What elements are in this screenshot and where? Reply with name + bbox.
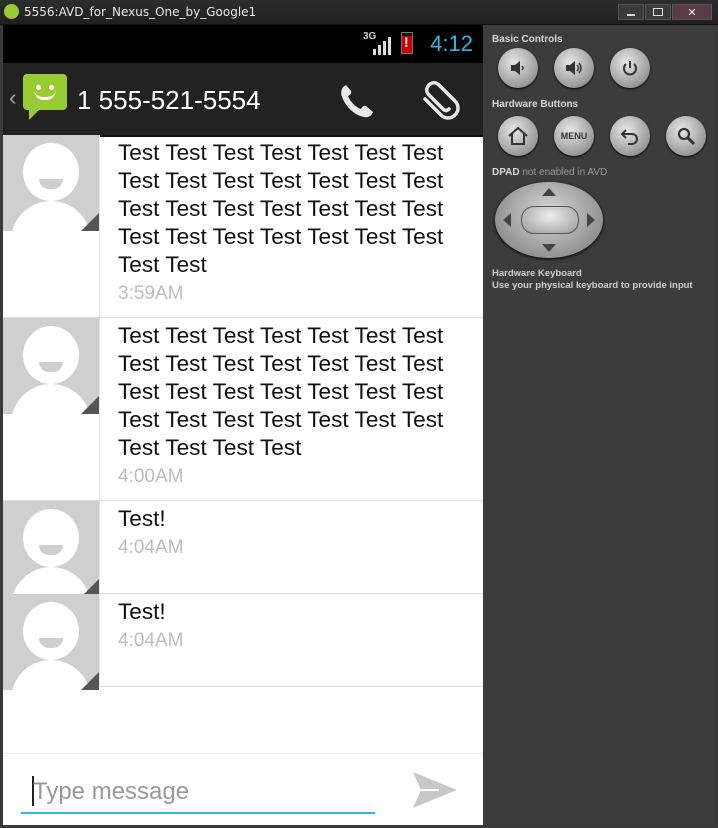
message-item[interactable]: Test Test Test Test Test Test Test Test … bbox=[3, 135, 483, 318]
message-text: Test Test Test Test Test Test Test Test … bbox=[118, 140, 444, 277]
message-text: Test Test Test Test Test Test Test Test … bbox=[118, 323, 444, 460]
home-icon bbox=[508, 126, 528, 145]
maximize-icon bbox=[653, 8, 663, 16]
menu-button[interactable]: MENU bbox=[554, 116, 594, 156]
message-input-placeholder: Type message bbox=[33, 778, 190, 805]
message-composer: Type message bbox=[3, 753, 483, 825]
dpad-right-icon[interactable] bbox=[587, 213, 595, 227]
dpad-status: not enabled in AVD bbox=[522, 167, 608, 178]
message-time: 3:59AM bbox=[118, 283, 184, 304]
home-button[interactable] bbox=[498, 116, 538, 156]
contact-avatar[interactable] bbox=[3, 135, 99, 231]
power-icon bbox=[623, 61, 637, 76]
message-list[interactable]: Test Test Test Test Test Test Test Test … bbox=[3, 135, 483, 753]
dpad-heading: DPAD not enabled in AVD bbox=[492, 167, 607, 178]
keyboard-heading: Hardware Keyboard bbox=[492, 268, 582, 279]
back-arrow-icon bbox=[620, 129, 638, 145]
keyboard-hint: Use your physical keyboard to provide in… bbox=[492, 280, 693, 291]
contact-avatar[interactable] bbox=[3, 594, 99, 690]
dpad-control[interactable] bbox=[495, 182, 603, 258]
menu-button-label: MENU bbox=[560, 131, 588, 141]
dpad-up-icon[interactable] bbox=[542, 188, 556, 196]
dpad-down-icon[interactable] bbox=[542, 244, 556, 252]
message-input[interactable]: Type message bbox=[21, 766, 375, 814]
message-item[interactable]: Test Test Test Test Test Test Test Test … bbox=[3, 318, 483, 501]
send-icon[interactable] bbox=[409, 768, 461, 812]
close-button[interactable]: ✕ bbox=[672, 4, 712, 20]
android-app-icon bbox=[4, 4, 19, 19]
device-screen: 3G ! 4:12 ‹ 1 555-521-5554 Test Test Tes… bbox=[3, 25, 483, 825]
messaging-app-icon[interactable] bbox=[23, 74, 67, 120]
message-time: 4:04AM bbox=[118, 537, 184, 558]
search-button[interactable] bbox=[666, 116, 706, 156]
dpad-label: DPAD bbox=[492, 167, 520, 178]
message-item[interactable]: Test! 4:04AM bbox=[3, 501, 483, 597]
message-item[interactable]: Test! 4:04AM bbox=[3, 594, 483, 690]
back-button[interactable] bbox=[610, 116, 650, 156]
person-icon bbox=[23, 143, 79, 201]
message-text: Test! bbox=[118, 599, 166, 624]
message-time: 4:04AM bbox=[118, 630, 184, 651]
message-text: Test! bbox=[118, 506, 166, 531]
close-icon: ✕ bbox=[687, 5, 697, 19]
hardware-buttons-heading: Hardware Buttons bbox=[492, 99, 579, 110]
search-icon bbox=[677, 127, 696, 146]
status-clock: 4:12 bbox=[430, 31, 473, 56]
person-icon bbox=[23, 509, 79, 567]
signal-strength-icon bbox=[373, 37, 391, 55]
contact-avatar[interactable] bbox=[3, 501, 99, 597]
contact-number: 1 555-521-5554 bbox=[77, 85, 261, 115]
paperclip-icon[interactable] bbox=[417, 81, 463, 121]
power-button[interactable] bbox=[610, 48, 650, 88]
dpad-center-button[interactable] bbox=[521, 206, 579, 234]
message-time: 4:00AM bbox=[118, 466, 184, 487]
window-controls: ✕ bbox=[617, 4, 712, 20]
contact-avatar[interactable] bbox=[3, 318, 99, 414]
conversation-header: ‹ 1 555-521-5554 bbox=[3, 63, 483, 137]
dpad-left-icon[interactable] bbox=[503, 213, 511, 227]
volume-down-icon bbox=[511, 61, 524, 75]
maximize-button[interactable] bbox=[645, 4, 671, 20]
emulator-controls-panel: Basic Controls Hardware Buttons MENU DPA… bbox=[483, 25, 715, 825]
battery-low-icon: ! bbox=[401, 32, 413, 54]
phone-call-icon[interactable] bbox=[336, 81, 376, 121]
minimize-icon bbox=[627, 14, 635, 16]
window-title: 5556:AVD_for_Nexus_One_by_Google1 bbox=[24, 5, 257, 19]
status-bar: 3G ! 4:12 bbox=[3, 25, 483, 63]
person-icon bbox=[23, 602, 79, 660]
person-icon bbox=[23, 326, 79, 384]
window-titlebar[interactable]: 5556:AVD_for_Nexus_One_by_Google1 ✕ bbox=[0, 0, 718, 25]
minimize-button[interactable] bbox=[618, 4, 644, 20]
volume-down-button[interactable] bbox=[498, 48, 538, 88]
basic-controls-heading: Basic Controls bbox=[492, 34, 563, 45]
volume-up-button[interactable] bbox=[554, 48, 594, 88]
back-icon[interactable]: ‹ bbox=[9, 85, 16, 111]
volume-up-icon bbox=[566, 61, 582, 75]
